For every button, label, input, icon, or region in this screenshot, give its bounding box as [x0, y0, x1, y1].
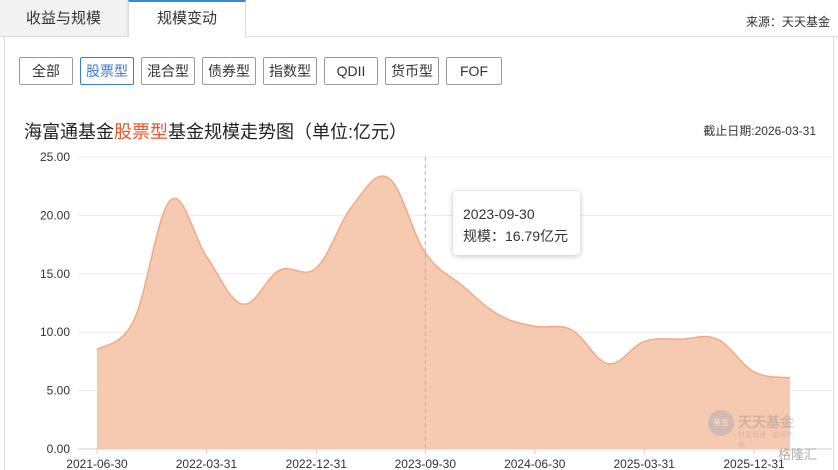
- data-point: [203, 253, 209, 259]
- data-point: [94, 347, 100, 353]
- y-tick-label: 0.00: [47, 442, 71, 456]
- gelonghui-watermark: 格隆汇: [778, 447, 818, 462]
- y-axis-ticks: 0.00 5.00 10.00 15.00 20.00 25.00: [40, 150, 70, 456]
- data-point: [678, 336, 684, 342]
- data-point: [641, 339, 647, 345]
- chart-tooltip: 2023-09-30 规模：16.79亿元: [453, 191, 580, 255]
- watermark-logo-icon: 基金: [708, 410, 734, 436]
- x-axis-ticks: 2021-06-30 2022-03-31 2022-12-31 2023-09-30…: [66, 449, 785, 470]
- data-point: [349, 203, 355, 209]
- y-tick-label: 5.00: [47, 384, 71, 398]
- x-tick-label: 2021-06-30: [66, 457, 128, 470]
- tooltip-value: 规模：16.79亿元: [463, 228, 569, 244]
- data-point: [240, 301, 246, 307]
- x-tick-label: 2025-12-31: [723, 457, 785, 470]
- y-tick-label: 20.00: [40, 208, 70, 222]
- data-point: [605, 361, 611, 367]
- x-tick-label: 2024-06-30: [504, 457, 566, 470]
- data-point: [313, 265, 319, 271]
- data-point: [532, 323, 538, 329]
- y-tick-label: 15.00: [40, 267, 70, 281]
- data-point: [386, 175, 392, 181]
- x-tick-label: 2025-03-31: [614, 457, 676, 470]
- data-point: [787, 375, 793, 381]
- tooltip-date: 2023-09-30: [463, 206, 535, 222]
- data-point: [495, 312, 501, 318]
- data-point: [277, 267, 283, 273]
- area-fill: [97, 176, 790, 449]
- area-series: [96, 175, 791, 449]
- data-point: [167, 197, 173, 203]
- y-tick-label: 10.00: [40, 325, 70, 339]
- tiantian-watermark: 基金 天天基金 财富管理 · 值得信赖: [708, 410, 798, 449]
- x-tick-label: 2023-09-30: [395, 457, 457, 470]
- data-point: [714, 336, 720, 342]
- data-point: [751, 369, 757, 375]
- x-tick-label: 2022-12-31: [286, 457, 348, 470]
- y-tick-label: 25.00: [40, 150, 70, 164]
- x-tick-label: 2022-03-31: [176, 457, 238, 470]
- data-point: [459, 282, 465, 288]
- data-point: [131, 318, 137, 324]
- watermark-name: 天天基金: [738, 414, 794, 430]
- scale-area-chart[interactable]: 0.005.0010.0015.0020.0025.00 2021-06-30 2…: [0, 0, 838, 470]
- data-point: [569, 327, 575, 333]
